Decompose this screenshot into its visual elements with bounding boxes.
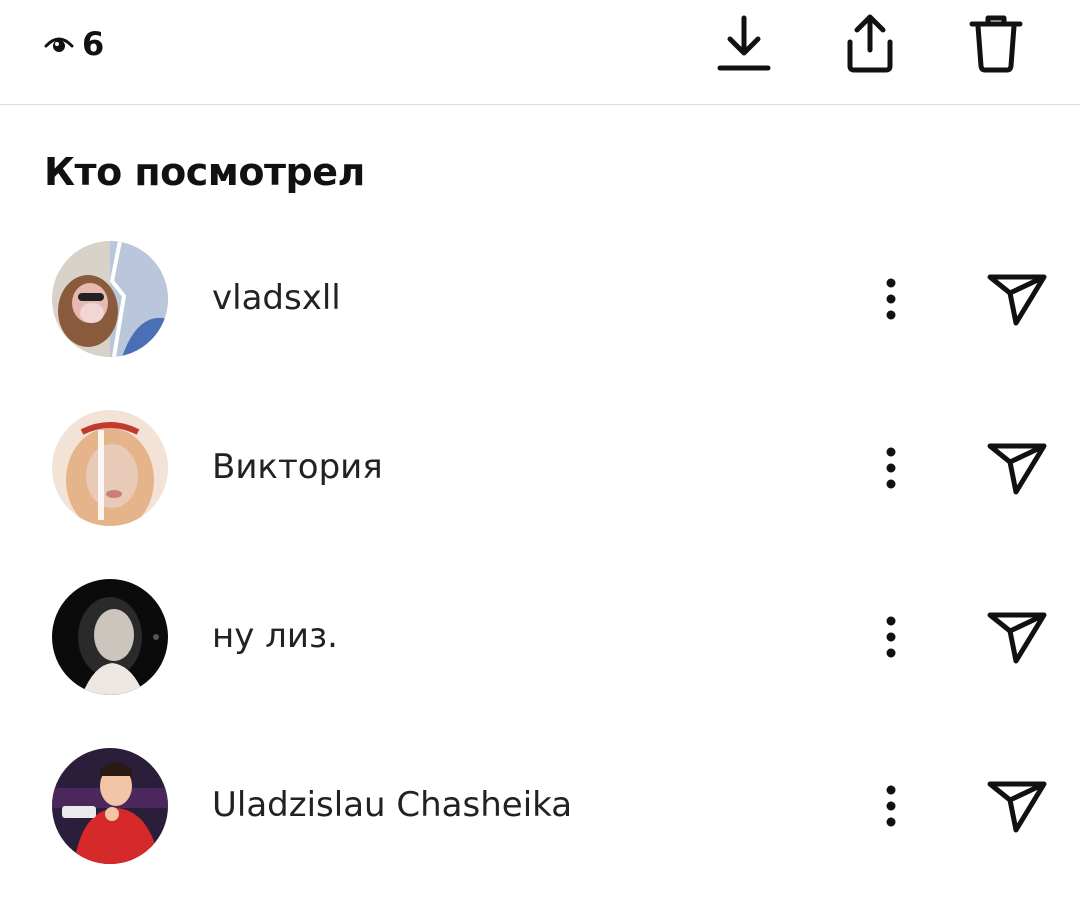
send-button[interactable] xyxy=(984,267,1050,331)
send-button[interactable] xyxy=(984,605,1050,669)
avatar[interactable] xyxy=(52,410,168,526)
more-button[interactable] xyxy=(866,776,916,836)
view-counter: 6 xyxy=(44,24,104,64)
avatar[interactable] xyxy=(52,579,168,695)
section-title: Кто посмотрел xyxy=(44,150,365,194)
avatar[interactable] xyxy=(52,748,168,864)
viewer-name[interactable]: Uladzislau Chasheika xyxy=(212,782,572,828)
view-count: 6 xyxy=(82,25,105,63)
more-icon xyxy=(886,616,896,658)
trash-icon xyxy=(969,15,1023,73)
viewer-row[interactable]: Uladzislau Chasheika xyxy=(0,746,1080,866)
more-icon xyxy=(886,447,896,489)
send-button[interactable] xyxy=(984,774,1050,838)
send-icon xyxy=(987,612,1047,664)
more-button[interactable] xyxy=(866,269,916,329)
story-toolbar: 6 xyxy=(0,0,1080,105)
send-icon xyxy=(987,781,1047,833)
send-button[interactable] xyxy=(984,436,1050,500)
viewer-row[interactable]: vladsxll xyxy=(0,239,1080,359)
send-icon xyxy=(987,443,1047,495)
more-icon xyxy=(886,278,896,320)
share-button[interactable] xyxy=(840,10,900,76)
viewer-name[interactable]: vladsxll xyxy=(212,275,341,321)
viewer-row[interactable]: Виктория xyxy=(0,408,1080,528)
send-icon xyxy=(987,274,1047,326)
more-button[interactable] xyxy=(866,607,916,667)
more-icon xyxy=(886,785,896,827)
delete-button[interactable] xyxy=(966,10,1026,76)
viewer-name[interactable]: Виктория xyxy=(212,444,383,490)
avatar[interactable] xyxy=(52,241,168,357)
eye-icon xyxy=(44,34,74,54)
viewer-name[interactable]: ну лиз. xyxy=(212,613,338,659)
viewer-row[interactable]: ну лиз. xyxy=(0,577,1080,697)
download-icon xyxy=(717,15,771,71)
download-button[interactable] xyxy=(714,10,774,76)
more-button[interactable] xyxy=(866,438,916,498)
share-icon xyxy=(847,14,893,73)
